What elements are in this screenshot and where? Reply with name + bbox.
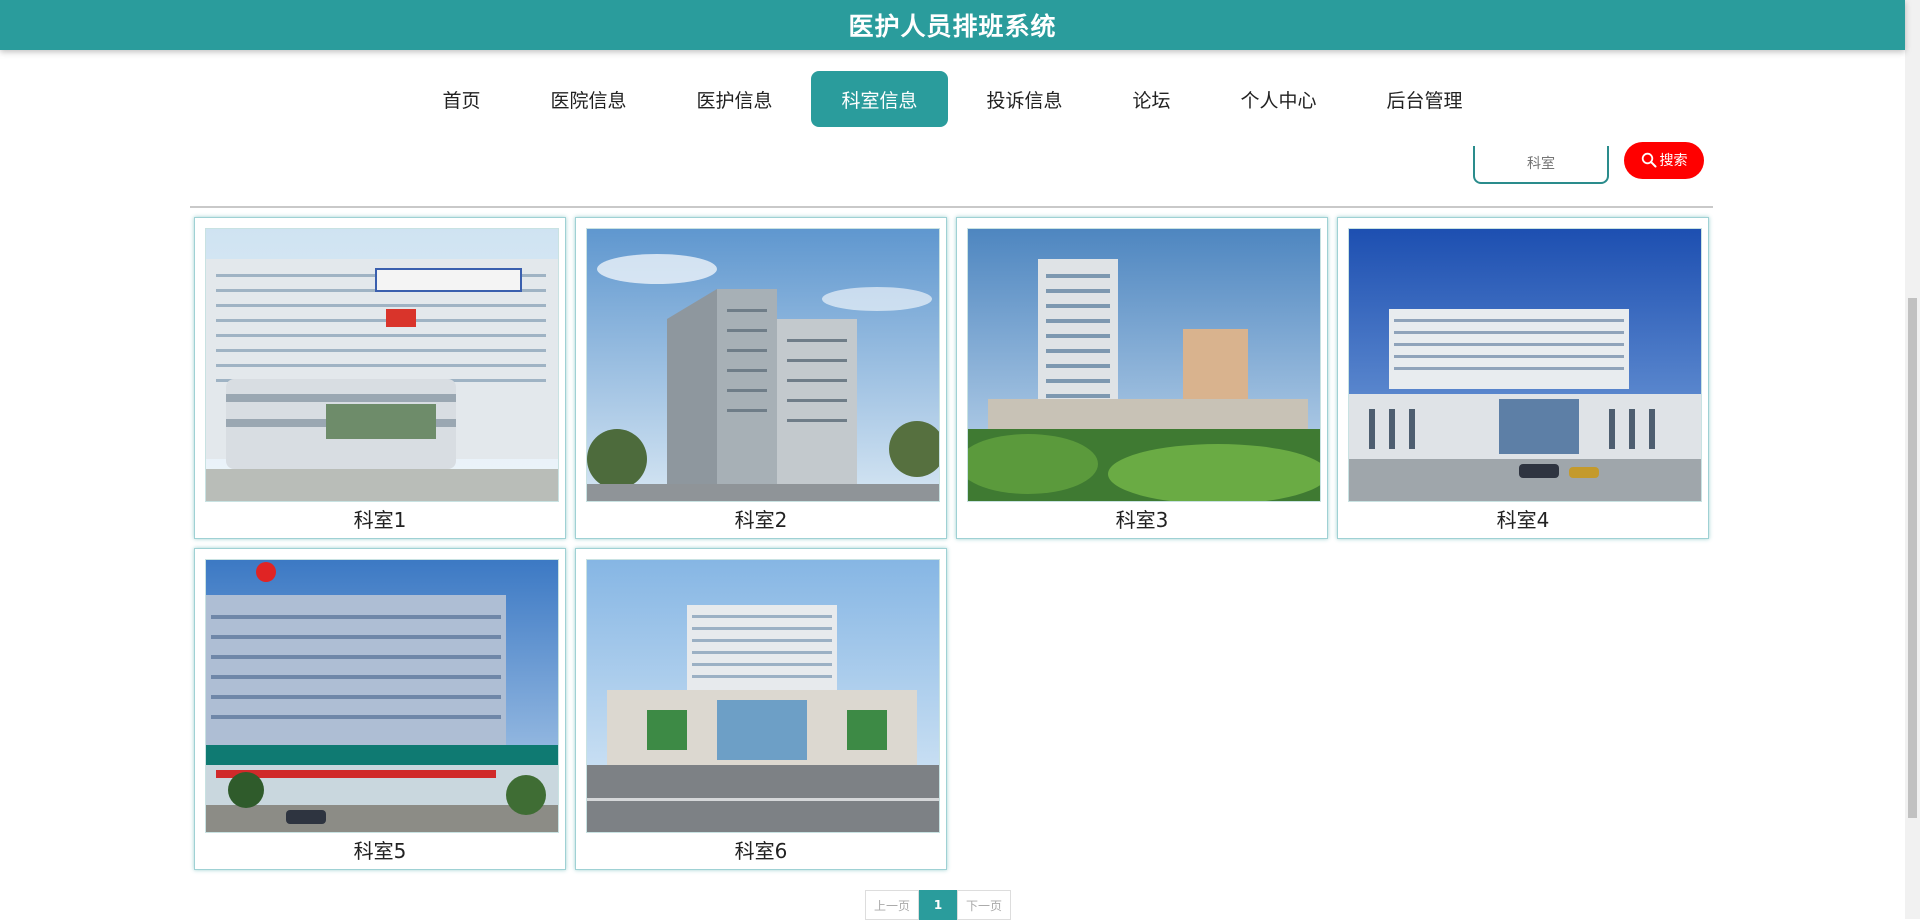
department-photo — [1348, 228, 1702, 502]
nav-item-personal-center[interactable]: 个人中心 — [1210, 71, 1348, 127]
department-card[interactable]: 科室3 — [956, 217, 1328, 539]
vertical-scrollbar[interactable] — [1905, 0, 1920, 919]
nav-item-staff-info[interactable]: 医护信息 — [665, 71, 803, 127]
department-photo — [586, 228, 940, 502]
nav-item-complaint-info[interactable]: 投诉信息 — [956, 71, 1094, 127]
pagination: 上一页 1 下一页 — [865, 890, 1012, 920]
prev-page-button[interactable]: 上一页 — [865, 890, 920, 920]
department-card-label: 科室4 — [1496, 508, 1550, 532]
nav-item-admin[interactable]: 后台管理 — [1356, 71, 1494, 127]
department-card-label: 科室2 — [734, 508, 788, 532]
next-page-button[interactable]: 下一页 — [957, 890, 1012, 920]
department-card[interactable]: 科室5 — [194, 548, 566, 870]
page-number-current[interactable]: 1 — [919, 890, 958, 920]
department-card-label: 科室5 — [353, 839, 407, 863]
nav-item-home[interactable]: 首页 — [411, 71, 511, 127]
department-card-label: 科室6 — [734, 839, 788, 863]
scrollbar-thumb[interactable] — [1908, 298, 1917, 818]
department-card-label: 科室3 — [1115, 508, 1169, 532]
search-button[interactable]: 搜索 — [1624, 141, 1704, 179]
search-input[interactable] — [1473, 146, 1609, 184]
department-photo — [967, 228, 1321, 502]
nav-item-forum[interactable]: 论坛 — [1102, 71, 1202, 127]
department-card[interactable]: 科室1 — [194, 217, 566, 539]
search-button-label: 搜索 — [1659, 152, 1688, 168]
content-divider — [190, 206, 1713, 208]
main-nav: 首页 医院信息 医护信息 科室信息 投诉信息 论坛 个人中心 后台管理 — [0, 70, 1905, 128]
search-bar: 搜索 — [1473, 141, 1704, 184]
nav-item-department-info[interactable]: 科室信息 — [811, 71, 948, 127]
department-card[interactable]: 科室2 — [575, 217, 947, 539]
search-icon — [1641, 152, 1656, 168]
nav-item-hospital-info[interactable]: 医院信息 — [519, 71, 657, 127]
site-title: 医护人员排班系统 — [848, 12, 1057, 41]
department-card[interactable]: 科室4 — [1337, 217, 1709, 539]
department-photo — [205, 559, 559, 833]
department-photo — [586, 559, 940, 833]
department-photo — [205, 228, 559, 502]
department-card-label: 科室1 — [353, 508, 407, 532]
top-header-bar: 医护人员排班系统 — [0, 0, 1905, 50]
department-card[interactable]: 科室6 — [575, 548, 947, 870]
